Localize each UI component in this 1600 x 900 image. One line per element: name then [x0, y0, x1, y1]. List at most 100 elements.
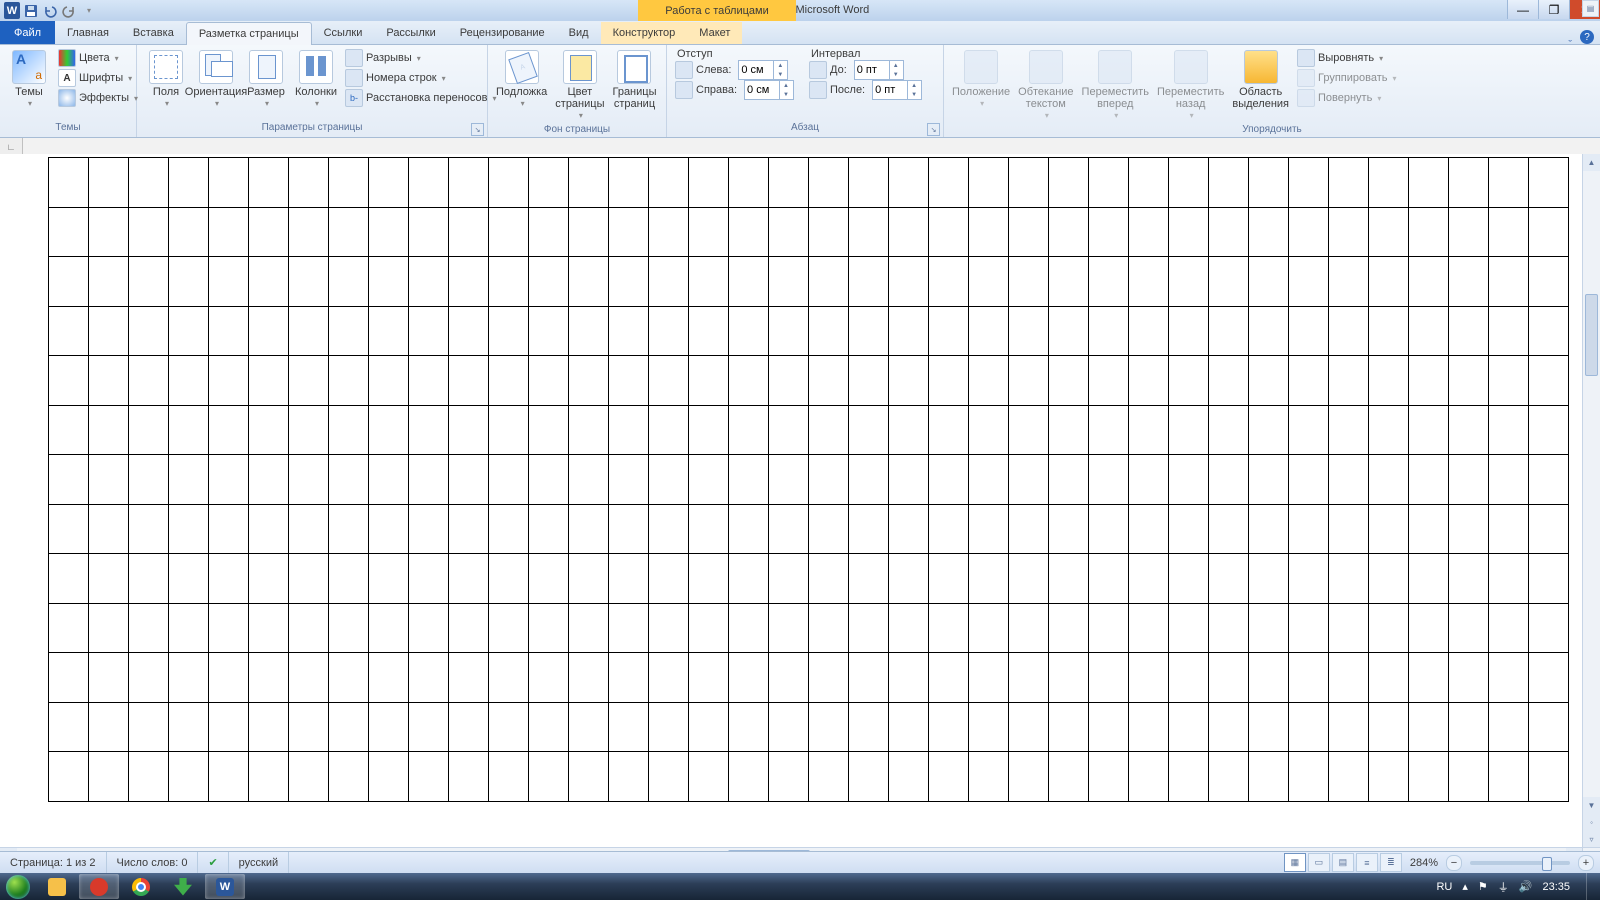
table-cell[interactable] [1209, 653, 1249, 703]
table-cell[interactable] [49, 405, 89, 455]
table-cell[interactable] [129, 752, 169, 802]
table-cell[interactable] [729, 752, 769, 802]
table-cell[interactable] [929, 702, 969, 752]
tray-flag-icon[interactable]: ⚑ [1478, 880, 1488, 893]
table-cell[interactable] [1289, 702, 1329, 752]
table-cell[interactable] [289, 702, 329, 752]
table-cell[interactable] [449, 653, 489, 703]
table-cell[interactable] [49, 158, 89, 208]
indent-right-input[interactable]: ▲▼ [744, 80, 794, 100]
table-cell[interactable] [1249, 405, 1289, 455]
table-cell[interactable] [1329, 356, 1369, 406]
table-cell[interactable] [449, 554, 489, 604]
vertical-scrollbar[interactable]: ▲ ▼ ◦ ▿ [1582, 154, 1600, 848]
table-cell[interactable] [889, 207, 929, 257]
table-cell[interactable] [409, 158, 449, 208]
table-cell[interactable] [1369, 405, 1409, 455]
table-cell[interactable] [769, 554, 809, 604]
table-cell[interactable] [1129, 405, 1169, 455]
table-cell[interactable] [1529, 504, 1569, 554]
table-cell[interactable] [1089, 504, 1129, 554]
table-cell[interactable] [329, 455, 369, 505]
table-cell[interactable] [409, 702, 449, 752]
table-cell[interactable] [609, 603, 649, 653]
table-cell[interactable] [1449, 504, 1489, 554]
table-cell[interactable] [1489, 356, 1529, 406]
table-cell[interactable] [369, 455, 409, 505]
status-language[interactable]: русский [229, 852, 289, 873]
table-cell[interactable] [129, 306, 169, 356]
table-cell[interactable] [1449, 653, 1489, 703]
undo-icon[interactable] [42, 3, 58, 19]
table-cell[interactable] [889, 603, 929, 653]
table-cell[interactable] [569, 455, 609, 505]
table-cell[interactable] [769, 306, 809, 356]
table-cell[interactable] [1369, 752, 1409, 802]
table-cell[interactable] [649, 653, 689, 703]
table-cell[interactable] [489, 207, 529, 257]
table-cell[interactable] [1489, 554, 1529, 604]
table-cell[interactable] [1289, 257, 1329, 307]
table-cell[interactable] [49, 257, 89, 307]
table-cell[interactable] [169, 653, 209, 703]
table-cell[interactable] [1249, 653, 1289, 703]
table-cell[interactable] [1129, 702, 1169, 752]
table-cell[interactable] [1289, 752, 1329, 802]
table-cell[interactable] [689, 653, 729, 703]
table-cell[interactable] [209, 306, 249, 356]
table-cell[interactable] [329, 504, 369, 554]
table-cell[interactable] [1289, 356, 1329, 406]
table-cell[interactable] [369, 702, 409, 752]
tab-вид[interactable]: Вид [557, 22, 601, 44]
table-cell[interactable] [1529, 207, 1569, 257]
table-cell[interactable] [369, 752, 409, 802]
table-cell[interactable] [449, 405, 489, 455]
table-cell[interactable] [49, 306, 89, 356]
table-cell[interactable] [1489, 653, 1529, 703]
table-cell[interactable] [1369, 356, 1409, 406]
bring-forward-button[interactable]: Переместить вперед▾ [1078, 48, 1153, 124]
table-cell[interactable] [169, 504, 209, 554]
page-color-button[interactable]: Цвет страницы▾ [551, 48, 608, 124]
table-cell[interactable] [1529, 752, 1569, 802]
table-cell[interactable] [529, 554, 569, 604]
table-cell[interactable] [409, 455, 449, 505]
table-cell[interactable] [529, 405, 569, 455]
tab-ссылки[interactable]: Ссылки [312, 22, 375, 44]
spacing-before-input[interactable]: ▲▼ [854, 60, 904, 80]
table-cell[interactable] [649, 752, 689, 802]
table-cell[interactable] [489, 504, 529, 554]
table-cell[interactable] [809, 405, 849, 455]
table-cell[interactable] [329, 752, 369, 802]
table-cell[interactable] [929, 405, 969, 455]
table-cell[interactable] [1369, 306, 1409, 356]
table-cell[interactable] [1289, 603, 1329, 653]
table-cell[interactable] [1489, 504, 1529, 554]
table-cell[interactable] [1529, 702, 1569, 752]
redo-icon[interactable] [61, 3, 77, 19]
table-cell[interactable] [1209, 257, 1249, 307]
table-cell[interactable] [649, 356, 689, 406]
table-cell[interactable] [1009, 554, 1049, 604]
spacing-after-input[interactable]: ▲▼ [872, 80, 922, 100]
table-cell[interactable] [1529, 455, 1569, 505]
table-cell[interactable] [409, 207, 449, 257]
table-cell[interactable] [1369, 158, 1409, 208]
table-cell[interactable] [1009, 257, 1049, 307]
table-cell[interactable] [689, 752, 729, 802]
table-cell[interactable] [1129, 603, 1169, 653]
view-draft-button[interactable]: ≣ [1380, 853, 1402, 872]
table-cell[interactable] [569, 603, 609, 653]
table-cell[interactable] [1489, 306, 1529, 356]
table-cell[interactable] [289, 356, 329, 406]
table-cell[interactable] [49, 504, 89, 554]
table-cell[interactable] [729, 554, 769, 604]
status-page[interactable]: Страница: 1 из 2 [0, 852, 107, 873]
table-cell[interactable] [1049, 455, 1089, 505]
table-cell[interactable] [849, 257, 889, 307]
word-logo-icon[interactable]: W [4, 3, 20, 19]
table-cell[interactable] [209, 702, 249, 752]
table-cell[interactable] [49, 702, 89, 752]
table-cell[interactable] [689, 504, 729, 554]
prev-page-icon[interactable]: ◦ [1583, 814, 1600, 831]
